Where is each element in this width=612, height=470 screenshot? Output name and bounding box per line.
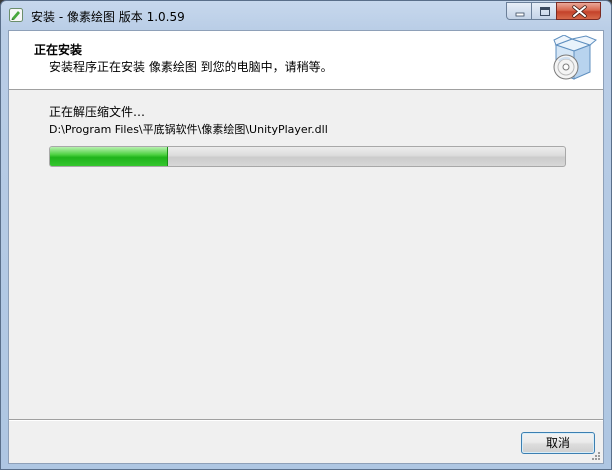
app-icon (8, 7, 24, 23)
current-file-path: D:\Program Files\平底锅软件\像素绘图\UnityPlayer.… (49, 123, 328, 136)
header-panel: 正在安装 安装程序正在安装 像素绘图 到您的电脑中，请稍等。 (9, 31, 603, 90)
resize-grip-icon[interactable] (589, 449, 601, 461)
progress-fill (50, 147, 169, 166)
close-button[interactable] (556, 2, 601, 20)
status-text: 正在解压缩文件… (49, 105, 146, 119)
install-box-icon (550, 34, 598, 85)
title-bar[interactable]: 安装 - 像素绘图 版本 1.0.59 (1, 1, 611, 30)
page-subtitle: 安装程序正在安装 像素绘图 到您的电脑中，请稍等。 (49, 60, 333, 74)
maximize-icon (540, 7, 550, 16)
progress-bar (49, 146, 566, 167)
maximize-button[interactable] (531, 2, 557, 20)
page-title: 正在安装 (34, 43, 83, 57)
minimize-button[interactable] (506, 2, 532, 20)
close-icon (572, 5, 587, 18)
client-area: 正在安装 安装程序正在安装 像素绘图 到您的电脑中，请稍等。 正在解压缩文件… … (8, 30, 604, 464)
minimize-icon (515, 12, 525, 17)
cancel-button[interactable]: 取消 (521, 432, 595, 454)
footer-divider (9, 419, 603, 421)
installer-window: 安装 - 像素绘图 版本 1.0.59 正在安装 安装程序正在安装 像素绘图 到… (0, 0, 612, 470)
window-title: 安装 - 像素绘图 版本 1.0.59 (31, 10, 185, 24)
